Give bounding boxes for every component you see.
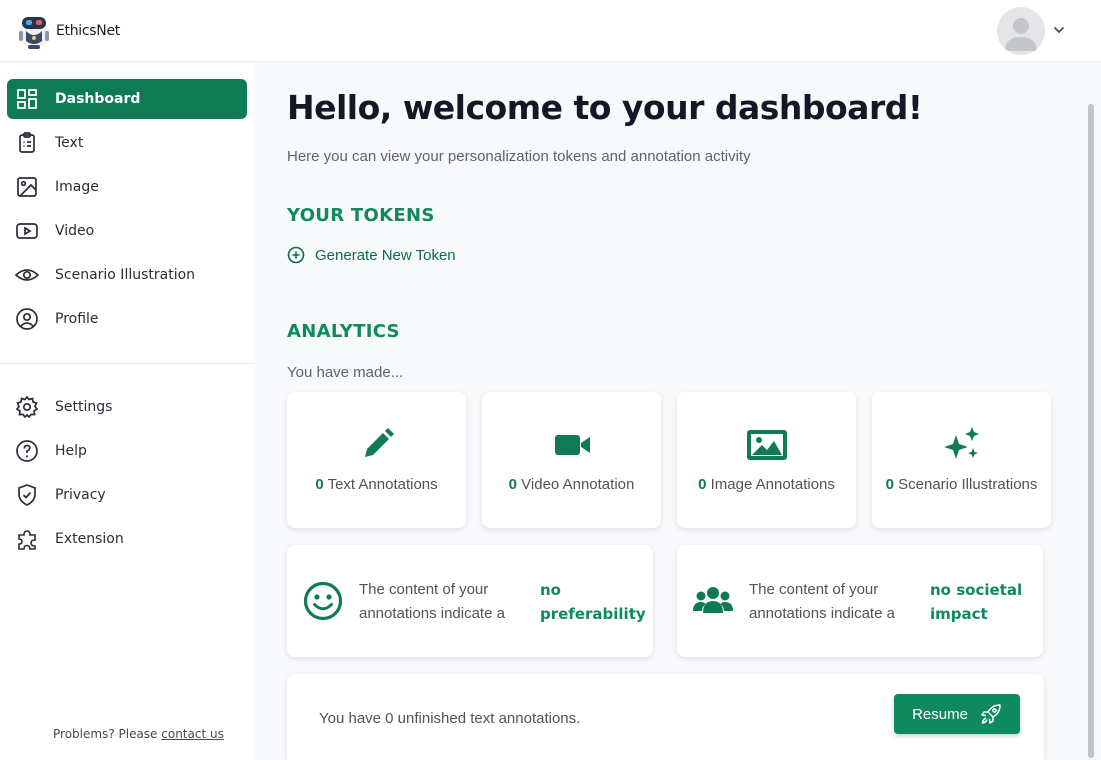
sidebar-item-help[interactable]: Help [7,431,247,471]
avatar-placeholder-icon [1005,18,1037,51]
stat-label: 0 Video Annotation [508,476,635,493]
sparkles-icon [943,427,979,459]
pencil-icon [364,428,394,457]
sidebar-item-settings[interactable]: Settings [7,387,247,427]
unfinished-annotations-text: You have 0 unfinished text annotations. [319,710,581,727]
sidebar-item-label: Scenario Illustration [55,267,196,283]
sidebar-item-extension[interactable]: Extension [7,519,247,559]
sidebar-item-label: Text [55,135,84,151]
picture-icon [746,430,787,460]
problems-text: Problems? Please [53,727,158,741]
chevron-down-icon[interactable] [1052,23,1066,37]
user-avatar[interactable] [997,7,1045,55]
generate-token-label: Generate New Token [315,246,456,264]
smiley-icon [303,581,343,621]
stat-label: 0 Image Annotations [698,476,835,493]
sidebar-item-text[interactable]: Text [7,123,247,163]
impact-card-societal: The content of your annotations indicate… [677,545,1043,657]
sidebar-item-label: Help [55,443,87,459]
app-logo[interactable]: EthicsNet [16,9,120,53]
scrollbar[interactable] [1088,104,1094,758]
users-group-icon [693,587,733,613]
generate-token-button[interactable]: Generate New Token [287,246,456,264]
image-icon [17,177,37,197]
analytics-intro: You have made... [287,364,404,381]
sidebar-item-dashboard[interactable]: Dashboard [7,79,247,119]
impact-description: The content of your annotations indicate… [359,581,505,622]
sidebar-item-scenario-illustration[interactable]: Scenario Illustration [7,255,247,295]
impact-card-preferability: The content of your annotations indicate… [287,545,653,657]
stat-card-image: 0 Image Annotations [677,392,856,528]
video-play-icon [16,223,38,239]
sidebar-item-label: Dashboard [55,91,141,107]
analytics-heading: ANALYTICS [287,321,400,342]
resume-button-label: Resume [912,705,968,723]
sidebar-item-label: Settings [55,399,113,415]
sidebar-footer: Problems? Please contact us [53,727,224,741]
stat-card-scenario: 0 Scenario Illustrations [872,392,1051,528]
page-title: Hello, welcome to your dashboard! [287,88,923,127]
sidebar-item-label: Profile [55,311,99,327]
eye-icon [15,269,39,281]
plus-circle-icon [287,246,305,264]
sidebar-item-label: Video [55,223,95,239]
tokens-heading: YOUR TOKENS [287,205,435,226]
clipboard-list-icon [19,132,35,153]
rocket-icon [981,704,1001,724]
robot-logo-icon [19,17,49,49]
user-circle-icon [16,308,38,330]
sidebar-divider [0,363,255,364]
sidebar-item-label: Privacy [55,487,106,503]
dashboard-icon [17,89,37,109]
sidebar-item-image[interactable]: Image [7,167,247,207]
sidebar-item-profile[interactable]: Profile [7,299,247,339]
page-subtitle: Here you can view your personalization t… [287,148,751,165]
sidebar-item-privacy[interactable]: Privacy [7,475,247,515]
impact-value: no preferability [540,581,646,623]
puzzle-icon [18,530,36,550]
stat-label: 0 Scenario Illustrations [885,476,1038,493]
impact-description: The content of your annotations indicate… [749,581,895,622]
top-bar: EthicsNet [0,0,1101,62]
stat-card-text: 0 Text Annotations [287,392,466,528]
video-camera-icon [554,435,590,455]
sidebar-item-label: Image [55,179,99,195]
stat-label: 0 Text Annotations [315,476,438,493]
impact-value: no societal impact [930,581,1023,623]
app-name: EthicsNet [56,23,120,39]
gear-icon [15,395,39,419]
help-circle-icon [16,440,38,462]
stat-card-video: 0 Video Annotation [482,392,661,528]
resume-card: You have 0 unfinished text annotations. … [287,674,1044,760]
sidebar: Dashboard Text Image Video Scenario Illu… [0,63,255,760]
sidebar-item-label: Extension [55,531,124,547]
resume-button[interactable]: Resume [894,694,1020,734]
sidebar-item-video[interactable]: Video [7,211,247,251]
contact-us-link[interactable]: contact us [161,727,224,741]
shield-check-icon [18,484,36,506]
